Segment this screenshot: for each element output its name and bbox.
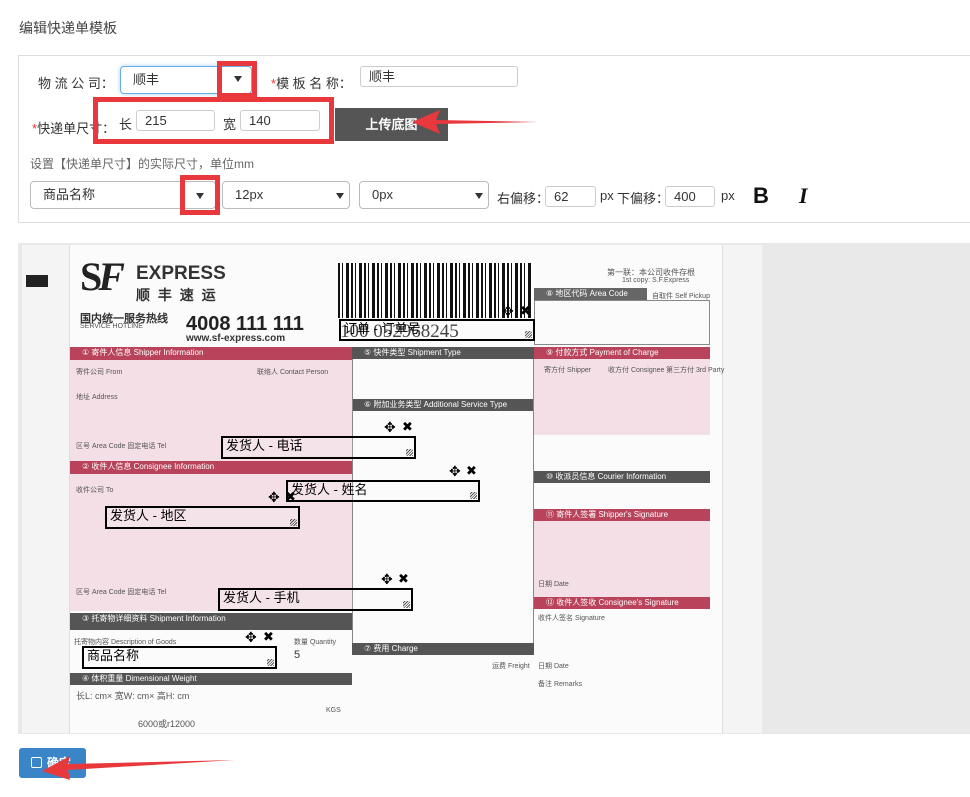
arrow-confirm-icon bbox=[42, 756, 235, 780]
annotation-arrows bbox=[42, 110, 538, 780]
arrow-upload-icon bbox=[412, 110, 538, 134]
